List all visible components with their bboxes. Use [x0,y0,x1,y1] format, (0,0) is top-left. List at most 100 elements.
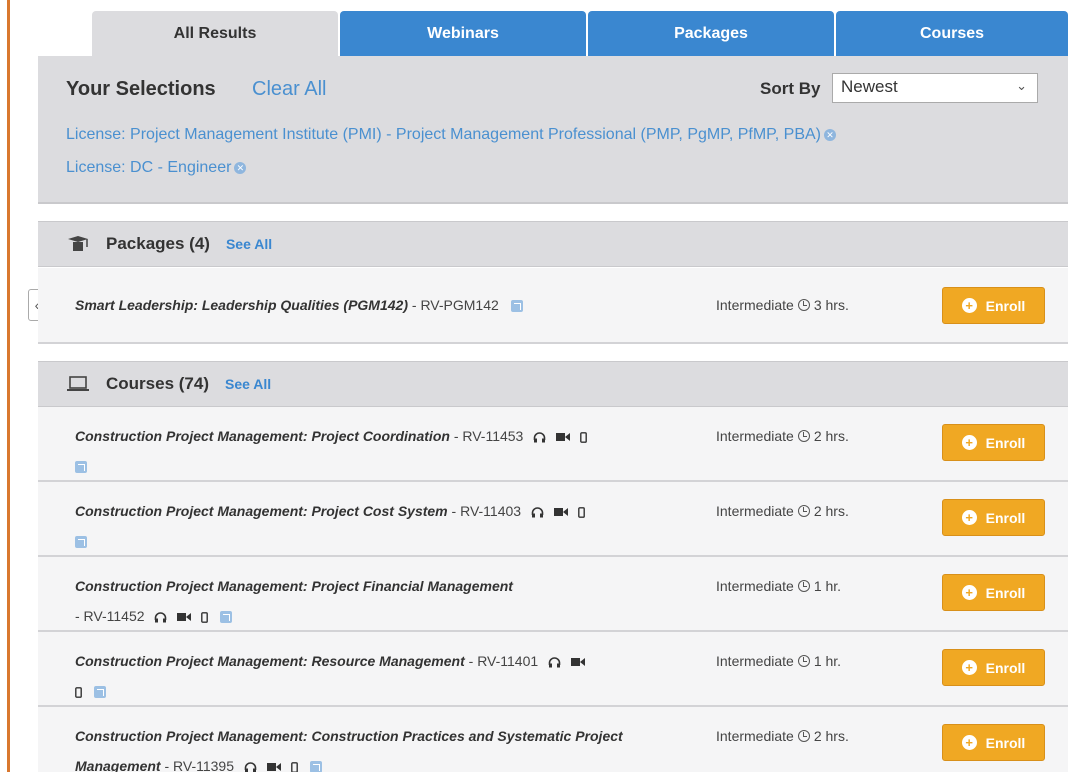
item-duration: 3 hrs. [813,297,849,313]
item-meta: Intermediate 2 hrs. [716,421,849,451]
item-code: - RV-11452 [75,608,145,624]
clock-icon [797,580,810,593]
results-tabs: All Results Webinars Packages Courses [92,11,1068,56]
enroll-button[interactable]: + Enroll [942,574,1045,611]
video-camera-icon [556,433,571,442]
item-title[interactable]: Construction Project Management: Resourc… [75,653,465,669]
plus-circle-icon: + [961,735,977,750]
external-link-icon[interactable] [93,686,106,699]
license-filter-dc-engineer[interactable]: License: DC - Engineer ✕ [66,159,247,177]
item-level: Intermediate [716,728,794,744]
item-code: - RV-11403 [451,503,522,519]
item-title-block: Construction Project Management: Project… [75,496,675,556]
video-camera-icon [177,613,192,622]
headphones-icon [244,762,257,772]
license-filter-label: License: DC - Engineer [66,159,232,176]
item-code: - RV-11401 [468,653,539,669]
item-title[interactable]: Construction Project Management: Constru… [75,728,623,772]
clear-all-link[interactable]: Clear All [252,78,326,101]
item-code: - RV-11453 [453,428,524,444]
enroll-button[interactable]: + Enroll [942,649,1045,686]
remove-filter-icon[interactable]: ✕ [234,161,247,174]
list-item: Construction Project Management: Project… [38,407,1068,482]
item-title-block: Construction Project Management: Resourc… [75,646,675,706]
item-meta: Intermediate 1 hr. [716,646,841,676]
plus-circle-icon: + [961,510,977,525]
list-item: Construction Project Management: Resourc… [38,632,1068,707]
enroll-label: Enroll [985,509,1026,526]
external-link-icon[interactable] [309,761,322,772]
enroll-label: Enroll [985,584,1026,601]
mobile-icon [577,506,585,518]
clock-icon [797,505,810,518]
item-meta: Intermediate 1 hr. [716,571,841,601]
external-link-icon[interactable] [220,611,233,624]
list-item: Smart Leadership: Leadership Qualities (… [38,268,1068,344]
item-title[interactable]: Smart Leadership: Leadership Qualities (… [75,297,408,313]
enroll-button[interactable]: + Enroll [942,499,1045,536]
graduation-cap-icon [64,235,92,253]
item-level: Intermediate [716,428,794,444]
license-filter-pmi[interactable]: License: Project Management Institute (P… [66,126,836,144]
tab-courses[interactable]: Courses [836,11,1068,56]
enroll-button[interactable]: + Enroll [942,287,1045,324]
tab-all-results[interactable]: All Results [92,11,338,56]
item-title[interactable]: Construction Project Management: Project… [75,428,450,444]
list-item: Construction Project Management: Project… [38,557,1068,632]
item-level: Intermediate [716,653,794,669]
clock-icon [797,655,810,668]
sort-by-label: Sort By [760,79,821,98]
tab-packages[interactable]: Packages [588,11,834,56]
remove-filter-icon[interactable]: ✕ [824,128,836,141]
enroll-label: Enroll [985,297,1026,314]
item-meta: Intermediate 2 hrs. [716,496,849,526]
mobile-icon [580,431,587,443]
item-duration: 1 hr. [813,653,842,669]
item-duration: 2 hrs. [813,503,849,519]
courses-see-all-link[interactable]: See All [225,376,271,392]
video-camera-icon [266,763,281,772]
enroll-button[interactable]: + Enroll [942,424,1045,461]
sort-select[interactable]: Newest ⌄ [832,73,1038,103]
item-title-block: Construction Project Management: Project… [75,421,675,481]
enroll-label: Enroll [985,434,1026,451]
license-filter-label: License: Project Management Institute (P… [66,126,821,143]
item-title[interactable]: Construction Project Management: Project… [75,503,448,519]
courses-section-header: Courses (74) See All [38,361,1068,407]
sort-select-value: Newest [841,77,898,96]
item-level: Intermediate [716,578,794,594]
chevron-down-icon: ⌄ [1016,78,1027,93]
headphones-icon [531,507,544,518]
selections-title: Your Selections [66,78,216,100]
packages-see-all-link[interactable]: See All [226,236,272,252]
item-meta: Intermediate 2 hrs. [716,721,849,751]
list-item: Construction Project Management: Constru… [38,707,1068,772]
item-duration: 1 hr. [813,578,842,594]
clock-icon [797,299,810,312]
item-title-block: Construction Project Management: Project… [75,571,675,631]
mobile-icon [201,611,209,623]
item-code: - RV-11395 [164,758,234,772]
external-link-icon[interactable] [510,300,523,313]
external-link-icon[interactable] [75,536,87,549]
item-duration: 2 hrs. [813,728,849,744]
plus-circle-icon: + [961,585,977,600]
page-left-border [0,0,10,772]
item-title-block: Smart Leadership: Leadership Qualities (… [75,290,675,320]
item-meta: Intermediate 3 hrs. [716,290,849,320]
clock-icon [797,730,810,743]
mobile-icon [75,686,82,698]
plus-circle-icon: + [961,298,977,313]
headphones-icon [533,432,546,443]
item-title[interactable]: Construction Project Management: Project… [75,578,513,594]
video-camera-icon [570,658,585,667]
external-link-icon[interactable] [75,461,87,474]
item-level: Intermediate [716,503,794,519]
tab-webinars[interactable]: Webinars [340,11,586,56]
plus-circle-icon: + [961,435,977,450]
enroll-button[interactable]: + Enroll [942,724,1045,761]
courses-section-title: Courses (74) [106,374,209,393]
packages-section-title: Packages (4) [106,234,210,253]
mobile-icon [290,761,298,772]
item-code: - RV-PGM142 [411,297,499,313]
